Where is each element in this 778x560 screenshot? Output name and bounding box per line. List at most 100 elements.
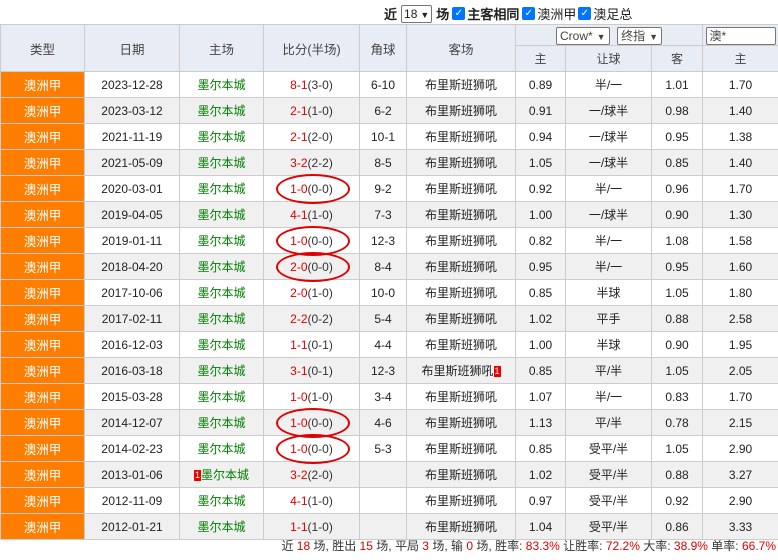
- away-team-cell[interactable]: 布里斯班狮吼: [406, 487, 516, 514]
- same-home-away-checkbox[interactable]: ✓: [452, 7, 466, 20]
- away-team-cell[interactable]: 布里斯班狮吼: [406, 409, 516, 436]
- match-type-cell[interactable]: 澳洲甲: [0, 71, 85, 98]
- match-type-cell[interactable]: 澳洲甲: [0, 409, 85, 436]
- score-cell[interactable]: 3-1(0-1): [263, 357, 360, 384]
- score-cell[interactable]: 1-1(0-1): [263, 331, 360, 358]
- cup-filter-checkbox[interactable]: ✓: [578, 7, 592, 20]
- match-date-cell: 2017-10-06: [84, 279, 180, 306]
- home-team-cell[interactable]: 墨尔本城: [179, 201, 264, 228]
- score-cell[interactable]: 1-0(0-0): [263, 435, 360, 462]
- away-team-cell[interactable]: 布里斯班狮吼: [406, 461, 516, 488]
- match-type-cell[interactable]: 澳洲甲: [0, 175, 85, 202]
- home-team-name: 墨尔本城: [197, 156, 246, 170]
- recent-count-select[interactable]: 18 ▼: [401, 4, 433, 23]
- score-cell[interactable]: 1-0(0-0): [263, 227, 360, 254]
- home-team-cell[interactable]: 墨尔本城: [179, 331, 264, 358]
- away-team-cell[interactable]: 布里斯班狮吼: [406, 331, 516, 358]
- score-cell[interactable]: 3-2(2-2): [263, 149, 360, 176]
- company-select[interactable]: Crow* ▼: [555, 26, 610, 45]
- away-odds-cell: 0.88: [651, 305, 703, 332]
- away-team-cell[interactable]: 布里斯班狮吼: [406, 253, 516, 280]
- home-team-cell[interactable]: 墨尔本城: [179, 357, 264, 384]
- corner-cell: 5-3: [359, 435, 407, 462]
- home-team-cell[interactable]: 墨尔本城: [179, 71, 264, 98]
- match-type-cell[interactable]: 澳洲甲: [0, 357, 85, 384]
- match-type-cell[interactable]: 澳洲甲: [0, 149, 85, 176]
- score-cell[interactable]: 8-1(3-0): [263, 71, 360, 98]
- same-home-away-label: 主客相同: [467, 7, 520, 22]
- summary-won-label: 胜出: [332, 539, 357, 553]
- away-team-cell[interactable]: 布里斯班狮吼: [406, 149, 516, 176]
- home-odds-cell: 0.89: [515, 71, 566, 98]
- home-team-cell[interactable]: 墨尔本城: [179, 383, 264, 410]
- score-cell[interactable]: 4-1(1-0): [263, 487, 360, 514]
- home2-odds-cell: 1.70: [702, 71, 778, 98]
- home-team-cell[interactable]: 墨尔本城: [179, 97, 264, 124]
- away-odds-cell: 1.05: [651, 357, 703, 384]
- away-team-cell[interactable]: 布里斯班狮吼: [406, 97, 516, 124]
- league-filter-checkbox[interactable]: ✓: [522, 7, 536, 20]
- match-type-cell[interactable]: 澳洲甲: [0, 201, 85, 228]
- match-type-cell[interactable]: 澳洲甲: [0, 383, 85, 410]
- away-team-cell[interactable]: 布里斯班狮吼: [406, 71, 516, 98]
- score-cell[interactable]: 2-1(2-0): [263, 123, 360, 150]
- score-cell[interactable]: 4-1(1-0): [263, 201, 360, 228]
- away-team-cell[interactable]: 布里斯班狮吼: [406, 123, 516, 150]
- home-team-cell[interactable]: 墨尔本城: [179, 149, 264, 176]
- away-team-cell[interactable]: 布里斯班狮吼: [406, 305, 516, 332]
- away-team-cell[interactable]: 布里斯班狮吼: [406, 201, 516, 228]
- away-odds-cell: 0.83: [651, 383, 703, 410]
- home-team-cell[interactable]: 墨尔本城: [179, 227, 264, 254]
- match-type-cell[interactable]: 澳洲甲: [0, 461, 85, 488]
- summary-over-rate: 38.9%: [673, 539, 708, 553]
- away-team-cell[interactable]: 布里斯班狮吼: [406, 383, 516, 410]
- home-team-cell[interactable]: 墨尔本城: [179, 409, 264, 436]
- away-team-cell[interactable]: 布里斯班狮吼1: [406, 357, 516, 384]
- score-cell[interactable]: 1-0(0-0): [263, 175, 360, 202]
- away-team-cell[interactable]: 布里斯班狮吼: [406, 175, 516, 202]
- home-team-cell[interactable]: 墨尔本城: [179, 175, 264, 202]
- match-type-cell[interactable]: 澳洲甲: [0, 97, 85, 124]
- away-team-name: 布里斯班狮吼: [424, 182, 497, 196]
- table-row: 澳洲甲 2019-01-11 墨尔本城 1-0(0-0) 12-3 布里斯班狮吼 0.82 半…: [0, 227, 778, 254]
- away-team-name: 布里斯班狮吼: [424, 520, 497, 534]
- summary-win-rate: 83.3%: [525, 539, 560, 553]
- home-team-cell[interactable]: 墨尔本城: [179, 279, 264, 306]
- match-type-cell[interactable]: 澳洲甲: [0, 435, 85, 462]
- home-team-cell[interactable]: 墨尔本城: [179, 487, 264, 514]
- col-corner-header: 角球: [359, 24, 407, 72]
- away-odds-cell: 0.85: [651, 149, 703, 176]
- table-row: 澳洲甲 2016-12-03 墨尔本城 1-1(0-1) 4-4 布里斯班狮吼 1.00 半球…: [0, 331, 778, 358]
- match-type-cell[interactable]: 澳洲甲: [0, 305, 85, 332]
- table-row: 澳洲甲 2023-12-28 墨尔本城 8-1(3-0) 6-10 布里斯班狮吼 0.89 半…: [0, 71, 778, 98]
- match-type-cell[interactable]: 澳洲甲: [0, 253, 85, 280]
- match-type-cell[interactable]: 澳洲甲: [0, 487, 85, 514]
- score-cell[interactable]: 2-0(0-0): [263, 253, 360, 280]
- home-team-cell[interactable]: 墨尔本城: [179, 305, 264, 332]
- home-team-cell[interactable]: 墨尔本城: [179, 123, 264, 150]
- score-cell[interactable]: 3-2(2-0): [263, 461, 360, 488]
- score-cell[interactable]: 2-2(0-2): [263, 305, 360, 332]
- match-type-cell[interactable]: 澳洲甲: [0, 279, 85, 306]
- home-team-cell[interactable]: 1墨尔本城: [179, 461, 264, 488]
- away-team-name: 布里斯班狮吼: [424, 260, 497, 274]
- match-type-cell[interactable]: 澳洲甲: [0, 331, 85, 358]
- home-team-cell[interactable]: 墨尔本城: [179, 253, 264, 280]
- match-type-cell[interactable]: 澳洲甲: [0, 123, 85, 150]
- score-cell[interactable]: 1-0(1-0): [263, 383, 360, 410]
- away-team-cell[interactable]: 布里斯班狮吼: [406, 435, 516, 462]
- summary-draw-label: 平局: [394, 539, 419, 553]
- match-date-cell: 2013-01-06: [84, 461, 180, 488]
- score-cell[interactable]: 2-0(1-0): [263, 279, 360, 306]
- home-team-cell[interactable]: 墨尔本城: [179, 435, 264, 462]
- match-type-cell[interactable]: 澳洲甲: [0, 227, 85, 254]
- home-odds-cell: 1.05: [515, 149, 566, 176]
- second-company-input[interactable]: 澳*: [705, 26, 776, 45]
- odds-type-select[interactable]: 终指 ▼: [617, 26, 662, 45]
- away-team-cell[interactable]: 布里斯班狮吼: [406, 279, 516, 306]
- away-team-cell[interactable]: 布里斯班狮吼: [406, 227, 516, 254]
- home-team-name: 墨尔本城: [197, 520, 246, 534]
- score-cell[interactable]: 2-1(1-0): [263, 97, 360, 124]
- score-cell[interactable]: 1-0(0-0): [263, 409, 360, 436]
- home-odds-cell: 0.97: [515, 487, 566, 514]
